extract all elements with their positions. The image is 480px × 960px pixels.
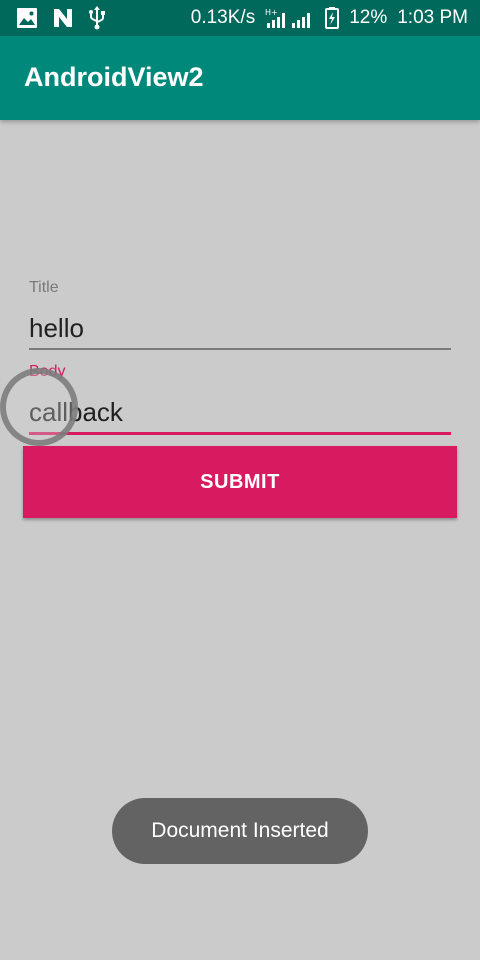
network-speed: 0.13K/s <box>190 7 256 28</box>
title-field-underline <box>29 348 451 350</box>
toast-message: Document Inserted <box>112 798 368 864</box>
battery-level: 12% <box>349 7 388 28</box>
app-bar: AndroidView2 <box>0 36 480 120</box>
clock: 1:03 PM <box>397 7 468 28</box>
status-bar: 0.13K/s H+ 12% 1:03 PM <box>0 0 480 36</box>
title-field[interactable] <box>29 308 451 348</box>
image-icon <box>16 7 38 29</box>
body-field-label: Body <box>29 363 66 380</box>
network-type: H+ <box>265 8 278 17</box>
body-field[interactable] <box>29 392 451 432</box>
title-field-label: Title <box>29 279 59 296</box>
battery-icon <box>325 7 340 29</box>
n-icon <box>52 7 74 29</box>
submit-button[interactable]: SUBMIT <box>23 446 457 518</box>
body-field-underline <box>29 432 451 435</box>
status-bar-right: 0.13K/s H+ 12% 1:03 PM <box>191 6 468 30</box>
app-title: AndroidView2 <box>24 62 204 92</box>
status-bar-left <box>16 6 106 30</box>
signal-icon: H+ <box>265 7 315 29</box>
usb-icon <box>88 6 106 30</box>
